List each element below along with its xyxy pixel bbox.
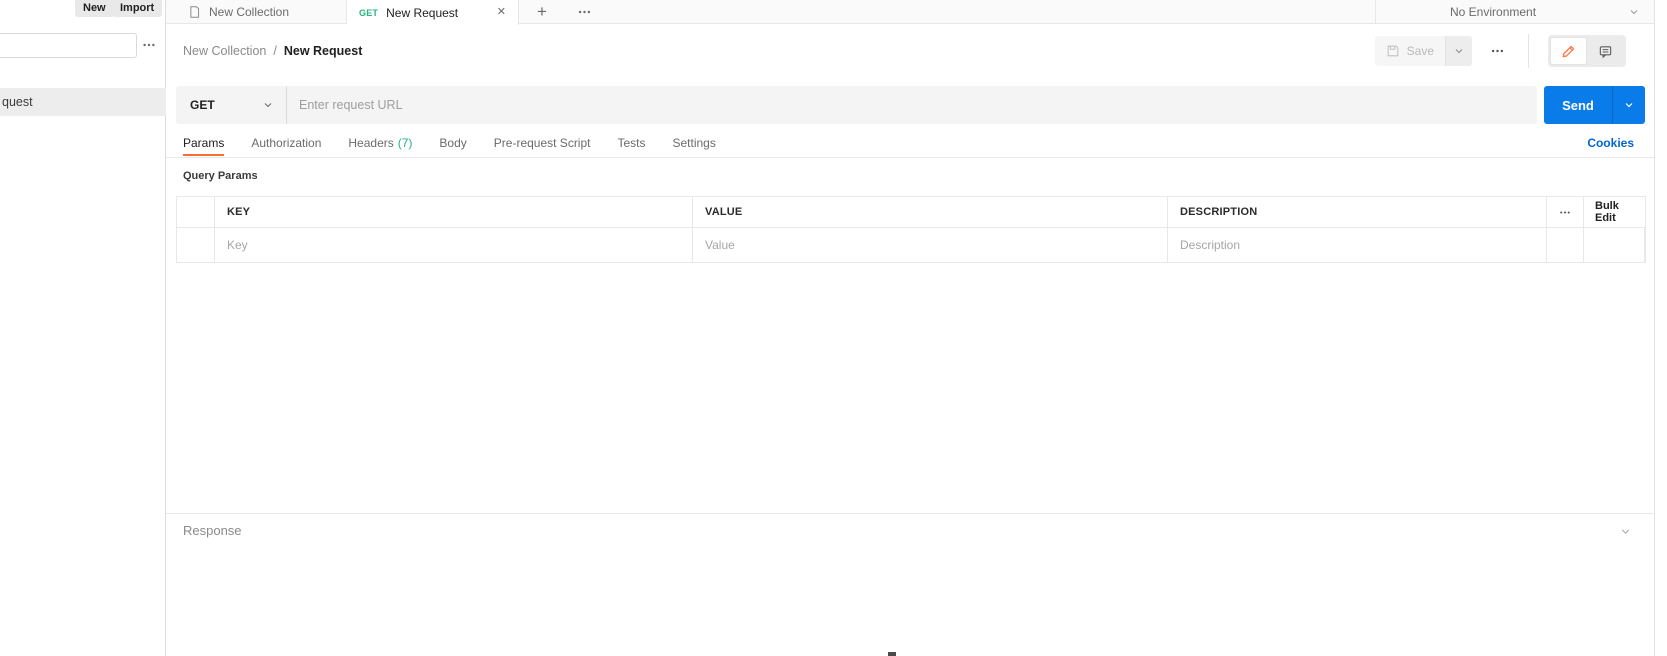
table-row <box>177 228 1645 263</box>
postman-app-window: New Import quest New Collection GET New … <box>0 0 1667 656</box>
main-panel: New Collection GET New Request ✕ + No En… <box>166 0 1655 656</box>
send-options-chevron-icon[interactable] <box>1612 86 1645 124</box>
toolbar-actions: Save <box>1374 34 1654 68</box>
tab-authorization[interactable]: Authorization <box>251 128 321 158</box>
save-button[interactable]: Save <box>1374 36 1445 66</box>
response-collapse-chevron-icon[interactable] <box>1619 525 1632 538</box>
description-cell <box>1168 228 1547 262</box>
tab-label: Settings <box>672 135 716 150</box>
tab-new-request[interactable]: GET New Request ✕ <box>347 0 519 25</box>
request-tabs: Params Authorization Headers (7) Body Pr… <box>166 128 1654 158</box>
tab-strip: New Collection GET New Request ✕ + No En… <box>166 0 1654 25</box>
url-input[interactable] <box>287 86 1537 124</box>
sidebar-filter-input[interactable] <box>0 33 137 58</box>
chevron-down-icon <box>262 99 274 111</box>
tab-label: Pre-request Script <box>493 135 591 150</box>
column-header-value: VALUE <box>693 197 1168 227</box>
table-options-icon[interactable] <box>1547 197 1584 227</box>
add-tab-button[interactable]: + <box>525 0 559 23</box>
tab-pre-request-script[interactable]: Pre-request Script <box>494 128 591 158</box>
collection-file-icon <box>188 5 201 19</box>
sidebar: New Import quest <box>0 0 166 656</box>
response-section: Response <box>166 513 1654 656</box>
row-handle-cell <box>177 197 215 227</box>
tab-settings[interactable]: Settings <box>673 128 716 158</box>
request-toolbar: New Collection / New Request Save <box>166 25 1654 77</box>
comment-icon[interactable] <box>1587 37 1624 65</box>
tab-label: Body <box>439 135 467 150</box>
key-cell <box>215 228 693 262</box>
edit-pencil-icon[interactable] <box>1550 37 1587 65</box>
request-more-icon[interactable] <box>1485 39 1509 63</box>
tab-tests[interactable]: Tests <box>617 128 645 158</box>
key-input[interactable] <box>227 238 680 252</box>
table-header-row: KEY VALUE DESCRIPTION Bulk Edit <box>177 197 1645 228</box>
method-selector[interactable]: GET <box>176 86 287 124</box>
response-title: Response <box>183 523 242 538</box>
column-header-key: KEY <box>215 197 693 227</box>
breadcrumb: New Collection / New Request <box>166 44 362 58</box>
column-header-description: DESCRIPTION <box>1168 197 1547 227</box>
cookies-link[interactable]: Cookies <box>1587 128 1634 158</box>
tab-new-collection[interactable]: New Collection <box>176 0 347 23</box>
import-button[interactable]: Import <box>112 0 163 17</box>
sidebar-more-icon[interactable] <box>141 38 161 52</box>
save-icon <box>1386 44 1400 58</box>
tab-label: Tests <box>617 135 646 150</box>
tab-label: Authorization <box>251 135 322 150</box>
value-cell <box>693 228 1168 262</box>
new-button[interactable]: New <box>75 0 114 17</box>
tab-label: Headers <box>348 135 394 150</box>
save-button-group: Save <box>1374 36 1472 66</box>
bottom-resize-notch <box>888 652 896 656</box>
breadcrumb-collection[interactable]: New Collection <box>183 44 266 58</box>
tab-label: New Collection <box>209 4 290 19</box>
breadcrumb-separator: / <box>273 44 277 58</box>
save-label: Save <box>1406 44 1434 58</box>
row-bulk-cell <box>1584 228 1645 262</box>
query-params-title: Query Params <box>183 170 258 182</box>
tab-params[interactable]: Params <box>183 128 225 158</box>
row-handle-cell <box>177 228 215 262</box>
send-button-group: Send <box>1544 86 1645 124</box>
sidebar-item-label: quest <box>2 95 33 109</box>
environment-selector[interactable]: No Environment <box>1375 0 1654 23</box>
tab-options-icon[interactable] <box>567 0 601 23</box>
chevron-down-icon <box>1628 6 1640 18</box>
divider <box>1528 34 1529 68</box>
tab-headers[interactable]: Headers (7) <box>348 128 412 158</box>
tab-label: Params <box>183 135 225 150</box>
save-options-chevron-icon[interactable] <box>1445 36 1472 66</box>
query-params-table: KEY VALUE DESCRIPTION Bulk Edit <box>176 196 1646 263</box>
headers-count-badge: (7) <box>397 135 413 150</box>
method-selected-value: GET <box>190 98 215 112</box>
sidebar-item-request[interactable]: quest <box>0 88 166 116</box>
tab-label: New Request <box>386 5 459 20</box>
close-tab-icon[interactable]: ✕ <box>497 7 506 18</box>
description-input[interactable] <box>1180 238 1534 252</box>
tab-body[interactable]: Body <box>439 128 466 158</box>
edit-comment-toggle <box>1548 35 1626 67</box>
breadcrumb-request: New Request <box>283 44 363 58</box>
value-input[interactable] <box>705 238 1155 252</box>
bulk-edit-button[interactable]: Bulk Edit <box>1584 197 1645 227</box>
environment-label: No Environment <box>1450 4 1537 19</box>
tab-method-badge: GET <box>359 7 379 18</box>
request-url-bar: GET Send <box>176 86 1645 124</box>
row-options-cell <box>1547 228 1584 262</box>
send-button[interactable]: Send <box>1544 86 1612 124</box>
